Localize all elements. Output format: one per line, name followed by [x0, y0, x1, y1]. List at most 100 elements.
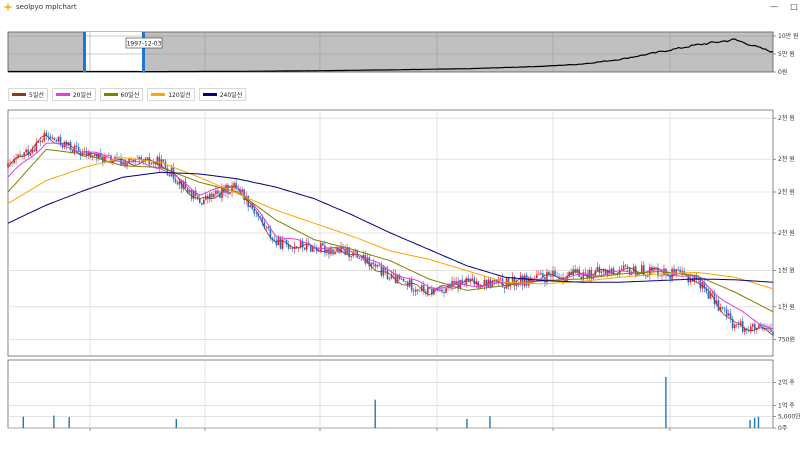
candle-body: [196, 196, 199, 199]
legend-label: 240일선: [219, 92, 243, 99]
candle-body: [265, 226, 268, 228]
minimize-button[interactable]: —: [764, 0, 784, 14]
volume-chart[interactable]: 2억 주 1억 주 5,000만 0주: [0, 358, 800, 434]
candle-body: [328, 249, 330, 255]
candle-body: [548, 271, 550, 276]
volume-bar: [753, 417, 756, 428]
candle-body: [752, 324, 754, 327]
volume-chart-frame: [7, 359, 774, 429]
candle-body: [75, 145, 78, 148]
navigator-panel[interactable]: 1997-12-03 10만 원 5만 원 0원: [0, 26, 800, 78]
candle-body: [596, 267, 599, 271]
legend-swatch: [202, 93, 217, 96]
candle-body: [735, 324, 738, 325]
price-tick-label: 2천 원: [778, 188, 795, 196]
candle-body: [729, 313, 732, 319]
candle-body: [53, 137, 56, 141]
navigator-tick-label: 5만 원: [778, 50, 795, 58]
volume-bar: [757, 416, 760, 428]
candle-body: [174, 178, 177, 183]
candle-body: [772, 331, 774, 335]
maximize-button[interactable]: □: [784, 0, 800, 14]
volume-tick-label: 0주: [778, 425, 788, 432]
legend-swatch: [151, 93, 166, 96]
candle-body: [493, 281, 496, 283]
candle-body: [388, 278, 391, 280]
candle-body: [659, 275, 661, 277]
candle-body: [378, 264, 381, 266]
price-y-axis: 2천 원 2천 원 2천 원 2천 원 1천 원 1천 원 750원: [773, 114, 795, 344]
legend-item[interactable]: 60일선: [99, 88, 144, 101]
candle-body: [108, 155, 110, 156]
candle-body: [235, 183, 237, 190]
candle-body: [340, 246, 342, 253]
candle-body: [677, 269, 679, 270]
candle-body: [33, 149, 36, 152]
candle-body: [733, 324, 736, 328]
candle-body: [523, 275, 526, 286]
candle-body: [215, 190, 217, 195]
candle-body: [332, 249, 334, 255]
candle-body: [624, 265, 627, 267]
price-tick-label: 2천 원: [778, 229, 795, 237]
candle-body: [620, 268, 623, 270]
candle-body: [499, 278, 502, 280]
legend-item[interactable]: 120일선: [147, 88, 195, 101]
navigator-date-tooltip: 1997-12-03: [125, 37, 163, 49]
legend-item[interactable]: 240일선: [198, 88, 247, 101]
candle-body: [51, 137, 54, 139]
candle-body: [402, 278, 405, 282]
volume-bar: [749, 420, 751, 428]
candle-body: [540, 273, 542, 275]
candle-body: [503, 287, 506, 289]
legend-label: 60일선: [120, 92, 140, 99]
candle-body: [443, 291, 445, 294]
candle-body: [626, 266, 629, 268]
candle-body: [707, 291, 710, 299]
legend-item[interactable]: 5일선: [8, 88, 48, 101]
candle-body: [766, 327, 768, 330]
candle-body: [330, 249, 332, 255]
legend-label: 20일선: [72, 92, 92, 99]
price-chart[interactable]: 2천 원 2천 원 2천 원 2천 원 1천 원 1천 원 750원: [0, 104, 800, 358]
candle-body: [427, 286, 429, 294]
chart-legend: 5일선 20일선 60일선 120일선 240일선: [8, 88, 247, 101]
candle-body: [600, 271, 603, 273]
candle-body: [200, 202, 203, 205]
navigator-tick-label: 10만 원: [778, 32, 799, 40]
candle-body: [489, 279, 492, 287]
candle-body: [453, 281, 455, 285]
candle-body: [334, 251, 336, 255]
legend-label: 120일선: [168, 92, 191, 99]
candle-body: [213, 194, 215, 198]
candle-body: [467, 278, 470, 282]
candle-body: [412, 290, 415, 292]
candle-body: [711, 292, 714, 294]
candle-body: [138, 157, 141, 160]
candle-body: [318, 251, 320, 252]
candle-body: [622, 265, 625, 269]
candle-body: [279, 237, 282, 249]
candle-body: [275, 240, 278, 246]
candle-body: [441, 289, 443, 292]
legend-swatch: [12, 93, 26, 96]
candle-body: [418, 290, 421, 292]
candle-body: [350, 256, 352, 258]
candle-body: [416, 289, 419, 291]
candle-body: [324, 245, 326, 254]
candle-body: [380, 265, 383, 276]
candle-body: [320, 243, 322, 252]
candle-body: [176, 182, 179, 185]
candle-body: [229, 192, 231, 194]
candle-body: [749, 326, 752, 331]
legend-item[interactable]: 20일선: [51, 88, 96, 101]
navigator-handle-left[interactable]: [83, 32, 86, 72]
candle-body: [49, 136, 52, 139]
volume-tick-label: 5,000만: [778, 413, 800, 421]
app-logo-icon: [3, 2, 13, 12]
candle-body: [538, 274, 540, 276]
candle-body: [202, 199, 205, 205]
legend-label: 5일선: [29, 92, 44, 99]
candle-body: [758, 324, 760, 328]
candle-body: [372, 262, 375, 265]
